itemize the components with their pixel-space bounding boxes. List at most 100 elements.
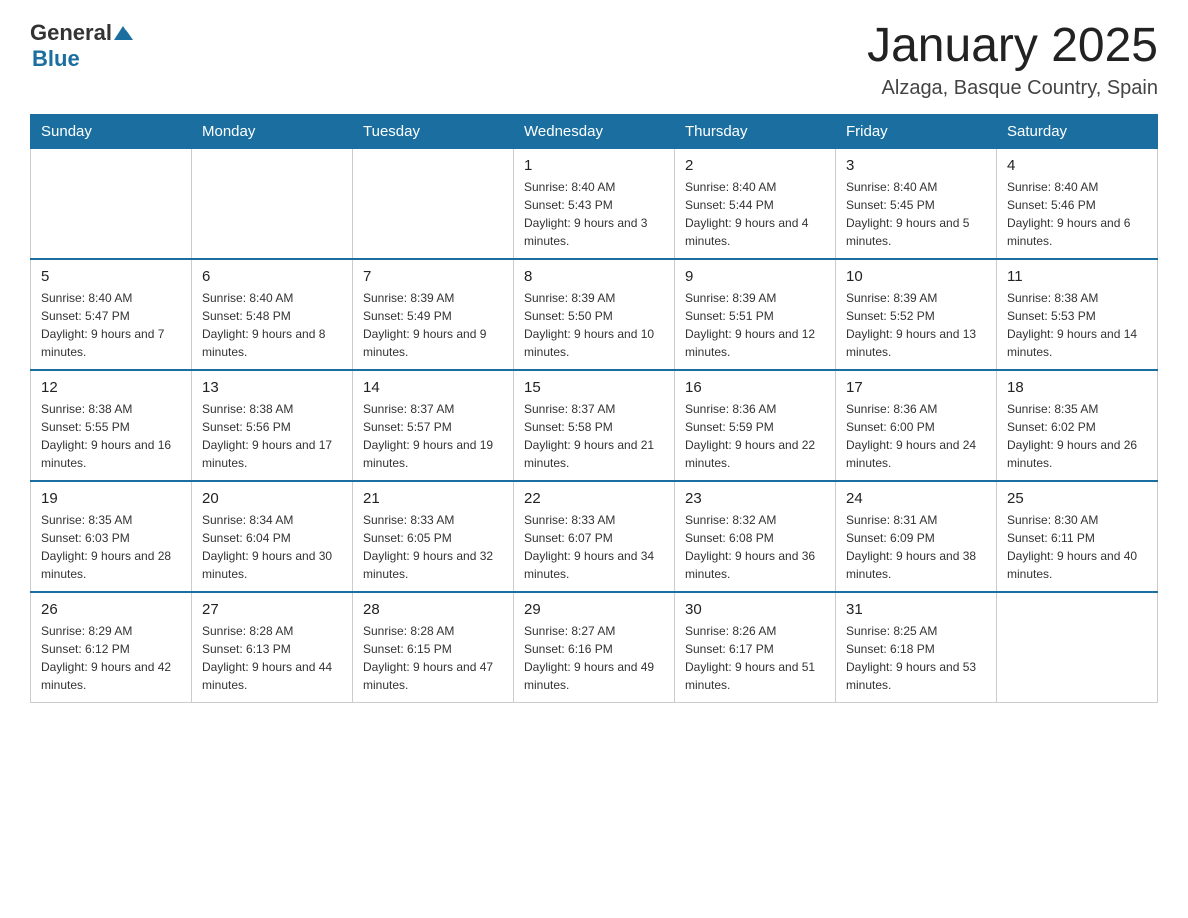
day-number: 26 [41, 601, 181, 618]
calendar-cell: 18Sunrise: 8:35 AM Sunset: 6:02 PM Dayli… [997, 370, 1158, 481]
day-number: 18 [1007, 379, 1147, 396]
weekday-header-tuesday: Tuesday [353, 114, 514, 148]
day-info: Sunrise: 8:35 AM Sunset: 6:03 PM Dayligh… [41, 511, 181, 583]
day-number: 5 [41, 268, 181, 285]
day-number: 11 [1007, 268, 1147, 285]
calendar-cell: 2 Sunrise: 8:40 AM Sunset: 5:44 PM Daylig… [675, 148, 836, 259]
day-number: 15 [524, 379, 664, 396]
day-info: Sunrise: 8:39 AM Sunset: 5:52 PM Dayligh… [846, 289, 986, 361]
day-number: 4 [1007, 157, 1147, 174]
day-info: Sunrise: 8:28 AM Sunset: 6:15 PM Dayligh… [363, 622, 503, 694]
calendar-cell: 10Sunrise: 8:39 AM Sunset: 5:52 PM Dayli… [836, 259, 997, 370]
day-info: Sunrise: 8:38 AM Sunset: 5:55 PM Dayligh… [41, 400, 181, 472]
day-info: Sunrise: 8:30 AM Sunset: 6:11 PM Dayligh… [1007, 511, 1147, 583]
calendar-cell: 19 Sunrise: 8:35 AM Sunset: 6:03 PM Dayli… [31, 481, 192, 592]
logo-general-text: General [30, 20, 112, 46]
day-number: 23 [685, 490, 825, 507]
calendar-week-row: 19 Sunrise: 8:35 AM Sunset: 6:03 PM Dayli… [31, 481, 1158, 592]
calendar-table: SundayMondayTuesdayWednesdayThursdayFrid… [30, 114, 1158, 703]
calendar-cell: 23 Sunrise: 8:32 AM Sunset: 6:08 PM Dayli… [675, 481, 836, 592]
day-info: Sunrise: 8:33 AM Sunset: 6:07 PM Dayligh… [524, 511, 664, 583]
calendar-cell: 3 Sunrise: 8:40 AM Sunset: 5:45 PM Daylig… [836, 148, 997, 259]
day-info: Sunrise: 8:36 AM Sunset: 6:00 PM Dayligh… [846, 400, 986, 472]
logo-blue-text: Blue [32, 46, 80, 72]
day-number: 20 [202, 490, 342, 507]
calendar-cell [997, 592, 1158, 703]
day-number: 29 [524, 601, 664, 618]
day-number: 8 [524, 268, 664, 285]
day-number: 19 [41, 490, 181, 507]
day-number: 1 [524, 157, 664, 174]
calendar-cell: 5Sunrise: 8:40 AM Sunset: 5:47 PM Daylig… [31, 259, 192, 370]
calendar-cell: 29 Sunrise: 8:27 AM Sunset: 6:16 PM Dayli… [514, 592, 675, 703]
weekday-header-sunday: Sunday [31, 114, 192, 148]
calendar-cell: 25Sunrise: 8:30 AM Sunset: 6:11 PM Dayli… [997, 481, 1158, 592]
logo: General Blue [30, 20, 134, 72]
calendar-cell [31, 148, 192, 259]
weekday-header-thursday: Thursday [675, 114, 836, 148]
day-info: Sunrise: 8:32 AM Sunset: 6:08 PM Dayligh… [685, 511, 825, 583]
calendar-cell: 9Sunrise: 8:39 AM Sunset: 5:51 PM Daylig… [675, 259, 836, 370]
day-number: 3 [846, 157, 986, 174]
weekday-header-row: SundayMondayTuesdayWednesdayThursdayFrid… [31, 114, 1158, 148]
day-info: Sunrise: 8:37 AM Sunset: 5:57 PM Dayligh… [363, 400, 503, 472]
day-number: 27 [202, 601, 342, 618]
calendar-cell: 20Sunrise: 8:34 AM Sunset: 6:04 PM Dayli… [192, 481, 353, 592]
day-number: 22 [524, 490, 664, 507]
day-number: 16 [685, 379, 825, 396]
calendar-cell: 26 Sunrise: 8:29 AM Sunset: 6:12 PM Dayli… [31, 592, 192, 703]
calendar-cell: 13 Sunrise: 8:38 AM Sunset: 5:56 PM Dayli… [192, 370, 353, 481]
day-info: Sunrise: 8:38 AM Sunset: 5:53 PM Dayligh… [1007, 289, 1147, 361]
day-number: 2 [685, 157, 825, 174]
calendar-cell: 24Sunrise: 8:31 AM Sunset: 6:09 PM Dayli… [836, 481, 997, 592]
calendar-cell: 12 Sunrise: 8:38 AM Sunset: 5:55 PM Dayli… [31, 370, 192, 481]
calendar-cell: 27 Sunrise: 8:28 AM Sunset: 6:13 PM Dayli… [192, 592, 353, 703]
day-number: 31 [846, 601, 986, 618]
day-number: 17 [846, 379, 986, 396]
day-info: Sunrise: 8:40 AM Sunset: 5:43 PM Dayligh… [524, 178, 664, 250]
day-number: 9 [685, 268, 825, 285]
calendar-cell: 30Sunrise: 8:26 AM Sunset: 6:17 PM Dayli… [675, 592, 836, 703]
day-info: Sunrise: 8:39 AM Sunset: 5:50 PM Dayligh… [524, 289, 664, 361]
calendar-week-row: 1 Sunrise: 8:40 AM Sunset: 5:43 PM Daylig… [31, 148, 1158, 259]
calendar-cell: 31Sunrise: 8:25 AM Sunset: 6:18 PM Dayli… [836, 592, 997, 703]
calendar-cell: 7 Sunrise: 8:39 AM Sunset: 5:49 PM Daylig… [353, 259, 514, 370]
day-info: Sunrise: 8:40 AM Sunset: 5:46 PM Dayligh… [1007, 178, 1147, 250]
location: Alzaga, Basque Country, Spain [867, 77, 1158, 100]
logo-icon [112, 22, 134, 44]
day-number: 14 [363, 379, 503, 396]
day-info: Sunrise: 8:39 AM Sunset: 5:49 PM Dayligh… [363, 289, 503, 361]
page-header: General Blue January 2025 Alzaga, Basque… [30, 20, 1158, 100]
calendar-cell [192, 148, 353, 259]
calendar-cell: 1 Sunrise: 8:40 AM Sunset: 5:43 PM Daylig… [514, 148, 675, 259]
day-info: Sunrise: 8:40 AM Sunset: 5:44 PM Dayligh… [685, 178, 825, 250]
day-info: Sunrise: 8:33 AM Sunset: 6:05 PM Dayligh… [363, 511, 503, 583]
calendar-cell: 21 Sunrise: 8:33 AM Sunset: 6:05 PM Dayli… [353, 481, 514, 592]
calendar-cell: 28 Sunrise: 8:28 AM Sunset: 6:15 PM Dayli… [353, 592, 514, 703]
calendar-cell: 11 Sunrise: 8:38 AM Sunset: 5:53 PM Dayli… [997, 259, 1158, 370]
weekday-header-friday: Friday [836, 114, 997, 148]
weekday-header-saturday: Saturday [997, 114, 1158, 148]
day-info: Sunrise: 8:28 AM Sunset: 6:13 PM Dayligh… [202, 622, 342, 694]
day-number: 21 [363, 490, 503, 507]
calendar-cell: 22 Sunrise: 8:33 AM Sunset: 6:07 PM Dayli… [514, 481, 675, 592]
day-number: 28 [363, 601, 503, 618]
calendar-week-row: 5Sunrise: 8:40 AM Sunset: 5:47 PM Daylig… [31, 259, 1158, 370]
day-number: 13 [202, 379, 342, 396]
calendar-cell: 16 Sunrise: 8:36 AM Sunset: 5:59 PM Dayli… [675, 370, 836, 481]
calendar-cell: 4 Sunrise: 8:40 AM Sunset: 5:46 PM Daylig… [997, 148, 1158, 259]
weekday-header-monday: Monday [192, 114, 353, 148]
day-info: Sunrise: 8:36 AM Sunset: 5:59 PM Dayligh… [685, 400, 825, 472]
title-area: January 2025 Alzaga, Basque Country, Spa… [867, 20, 1158, 100]
calendar-cell [353, 148, 514, 259]
month-title: January 2025 [867, 20, 1158, 73]
day-number: 7 [363, 268, 503, 285]
day-info: Sunrise: 8:29 AM Sunset: 6:12 PM Dayligh… [41, 622, 181, 694]
day-number: 12 [41, 379, 181, 396]
day-info: Sunrise: 8:38 AM Sunset: 5:56 PM Dayligh… [202, 400, 342, 472]
calendar-cell: 14 Sunrise: 8:37 AM Sunset: 5:57 PM Dayli… [353, 370, 514, 481]
day-info: Sunrise: 8:26 AM Sunset: 6:17 PM Dayligh… [685, 622, 825, 694]
day-info: Sunrise: 8:40 AM Sunset: 5:45 PM Dayligh… [846, 178, 986, 250]
day-info: Sunrise: 8:27 AM Sunset: 6:16 PM Dayligh… [524, 622, 664, 694]
day-info: Sunrise: 8:31 AM Sunset: 6:09 PM Dayligh… [846, 511, 986, 583]
